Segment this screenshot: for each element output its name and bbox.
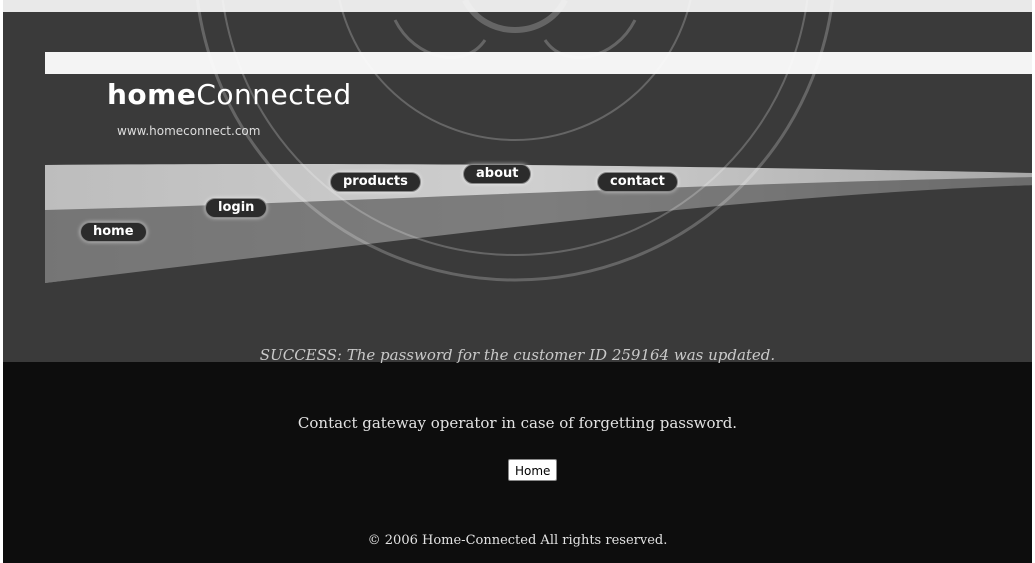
logo-bold-text: home [107, 78, 197, 111]
nav-wave-banner [45, 163, 1035, 283]
nav-about[interactable]: about [463, 164, 532, 184]
page: homeConnected www.homeconnect.com produc… [0, 0, 1035, 563]
status-message: SUCCESS: The password for the customer I… [259, 346, 776, 364]
site-logo[interactable]: homeConnected [107, 78, 352, 111]
home-button[interactable]: Home [508, 459, 558, 481]
help-text: Contact gateway operator in case of forg… [297, 414, 738, 432]
nav-contact[interactable]: contact [597, 172, 678, 192]
nav-products[interactable]: products [330, 172, 421, 192]
header-bar [45, 52, 1035, 74]
nav-home[interactable]: home [80, 222, 147, 242]
site-tagline: www.homeconnect.com [117, 124, 261, 138]
top-strip [0, 0, 1035, 12]
logo-regular-text: Connected [196, 78, 352, 111]
footer-copyright: © 2006 Home-Connected All rights reserve… [367, 533, 668, 548]
nav-login[interactable]: login [205, 198, 268, 218]
left-border [0, 0, 3, 563]
